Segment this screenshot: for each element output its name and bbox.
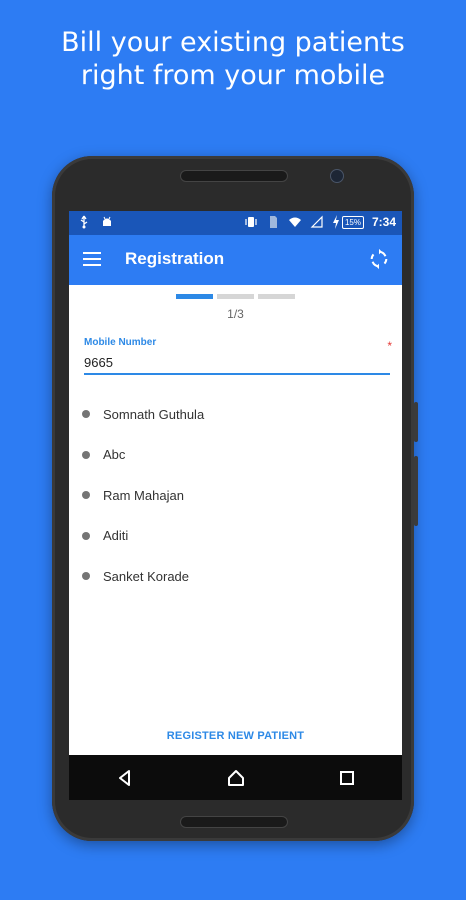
app-bar: Registration <box>69 235 402 285</box>
bottom-speaker <box>180 816 288 828</box>
patient-list-item[interactable]: Sanket Korade <box>69 556 402 597</box>
wifi-icon <box>288 217 301 227</box>
charging-icon <box>332 215 339 229</box>
back-icon[interactable] <box>115 768 135 788</box>
patient-name: Sanket Korade <box>103 568 190 584</box>
bullet-icon <box>82 572 90 581</box>
mobile-number-input[interactable] <box>84 351 390 375</box>
patient-list-item[interactable]: Ram Mahajan <box>69 475 402 516</box>
bullet-icon <box>82 410 90 419</box>
promo-headline: Bill your existing patients right from y… <box>0 26 466 92</box>
phone-screen: 15% 7:34 Registration 1/3 Mobile Number … <box>69 211 402 800</box>
step-progress <box>176 294 295 299</box>
mobile-number-label: Mobile Number <box>84 337 157 348</box>
status-time: 7:34 <box>371 215 396 229</box>
system-nav-bar <box>69 755 402 800</box>
step-indicator-2 <box>217 294 254 299</box>
earpiece-speaker <box>180 170 288 182</box>
patient-name: Aditi <box>103 528 129 544</box>
phone-frame: 15% 7:34 Registration 1/3 Mobile Number … <box>52 156 418 841</box>
patient-list-item[interactable]: Abc <box>69 435 402 476</box>
patient-suggestion-list: Somnath Guthula Abc Ram Mahajan Aditi Sa… <box>69 394 402 597</box>
step-indicator-3 <box>258 294 295 299</box>
promo-line-1: Bill your existing patients <box>61 27 405 58</box>
power-button <box>414 402 418 442</box>
signal-icon <box>310 215 323 228</box>
step-indicator-1 <box>176 294 213 299</box>
volume-button <box>414 456 418 526</box>
battery-indicator: 15% <box>341 215 364 229</box>
front-camera <box>330 169 344 183</box>
promo-line-2: right from your mobile <box>80 60 386 91</box>
usb-icon <box>80 215 88 229</box>
bullet-icon <box>82 450 90 459</box>
home-icon[interactable] <box>226 768 246 788</box>
sim-icon <box>269 216 277 228</box>
patient-list-item[interactable]: Somnath Guthula <box>69 394 402 435</box>
bullet-icon <box>82 531 90 540</box>
patient-name: Ram Mahajan <box>103 487 184 503</box>
status-bar: 15% 7:34 <box>69 211 402 235</box>
android-debug-icon <box>103 216 111 226</box>
bullet-icon <box>82 491 90 500</box>
patient-name: Somnath Guthula <box>103 406 205 422</box>
step-count: 1/3 <box>227 307 244 321</box>
patient-list-item[interactable]: Aditi <box>69 516 402 557</box>
sync-icon[interactable] <box>368 248 390 270</box>
patient-name: Abc <box>103 447 126 463</box>
hamburger-menu-icon[interactable] <box>83 250 103 268</box>
vibrate-icon <box>245 217 257 227</box>
recents-icon[interactable] <box>337 768 357 788</box>
register-new-patient-button[interactable]: REGISTER NEW PATIENT <box>69 730 402 742</box>
page-title: Registration <box>125 249 225 268</box>
